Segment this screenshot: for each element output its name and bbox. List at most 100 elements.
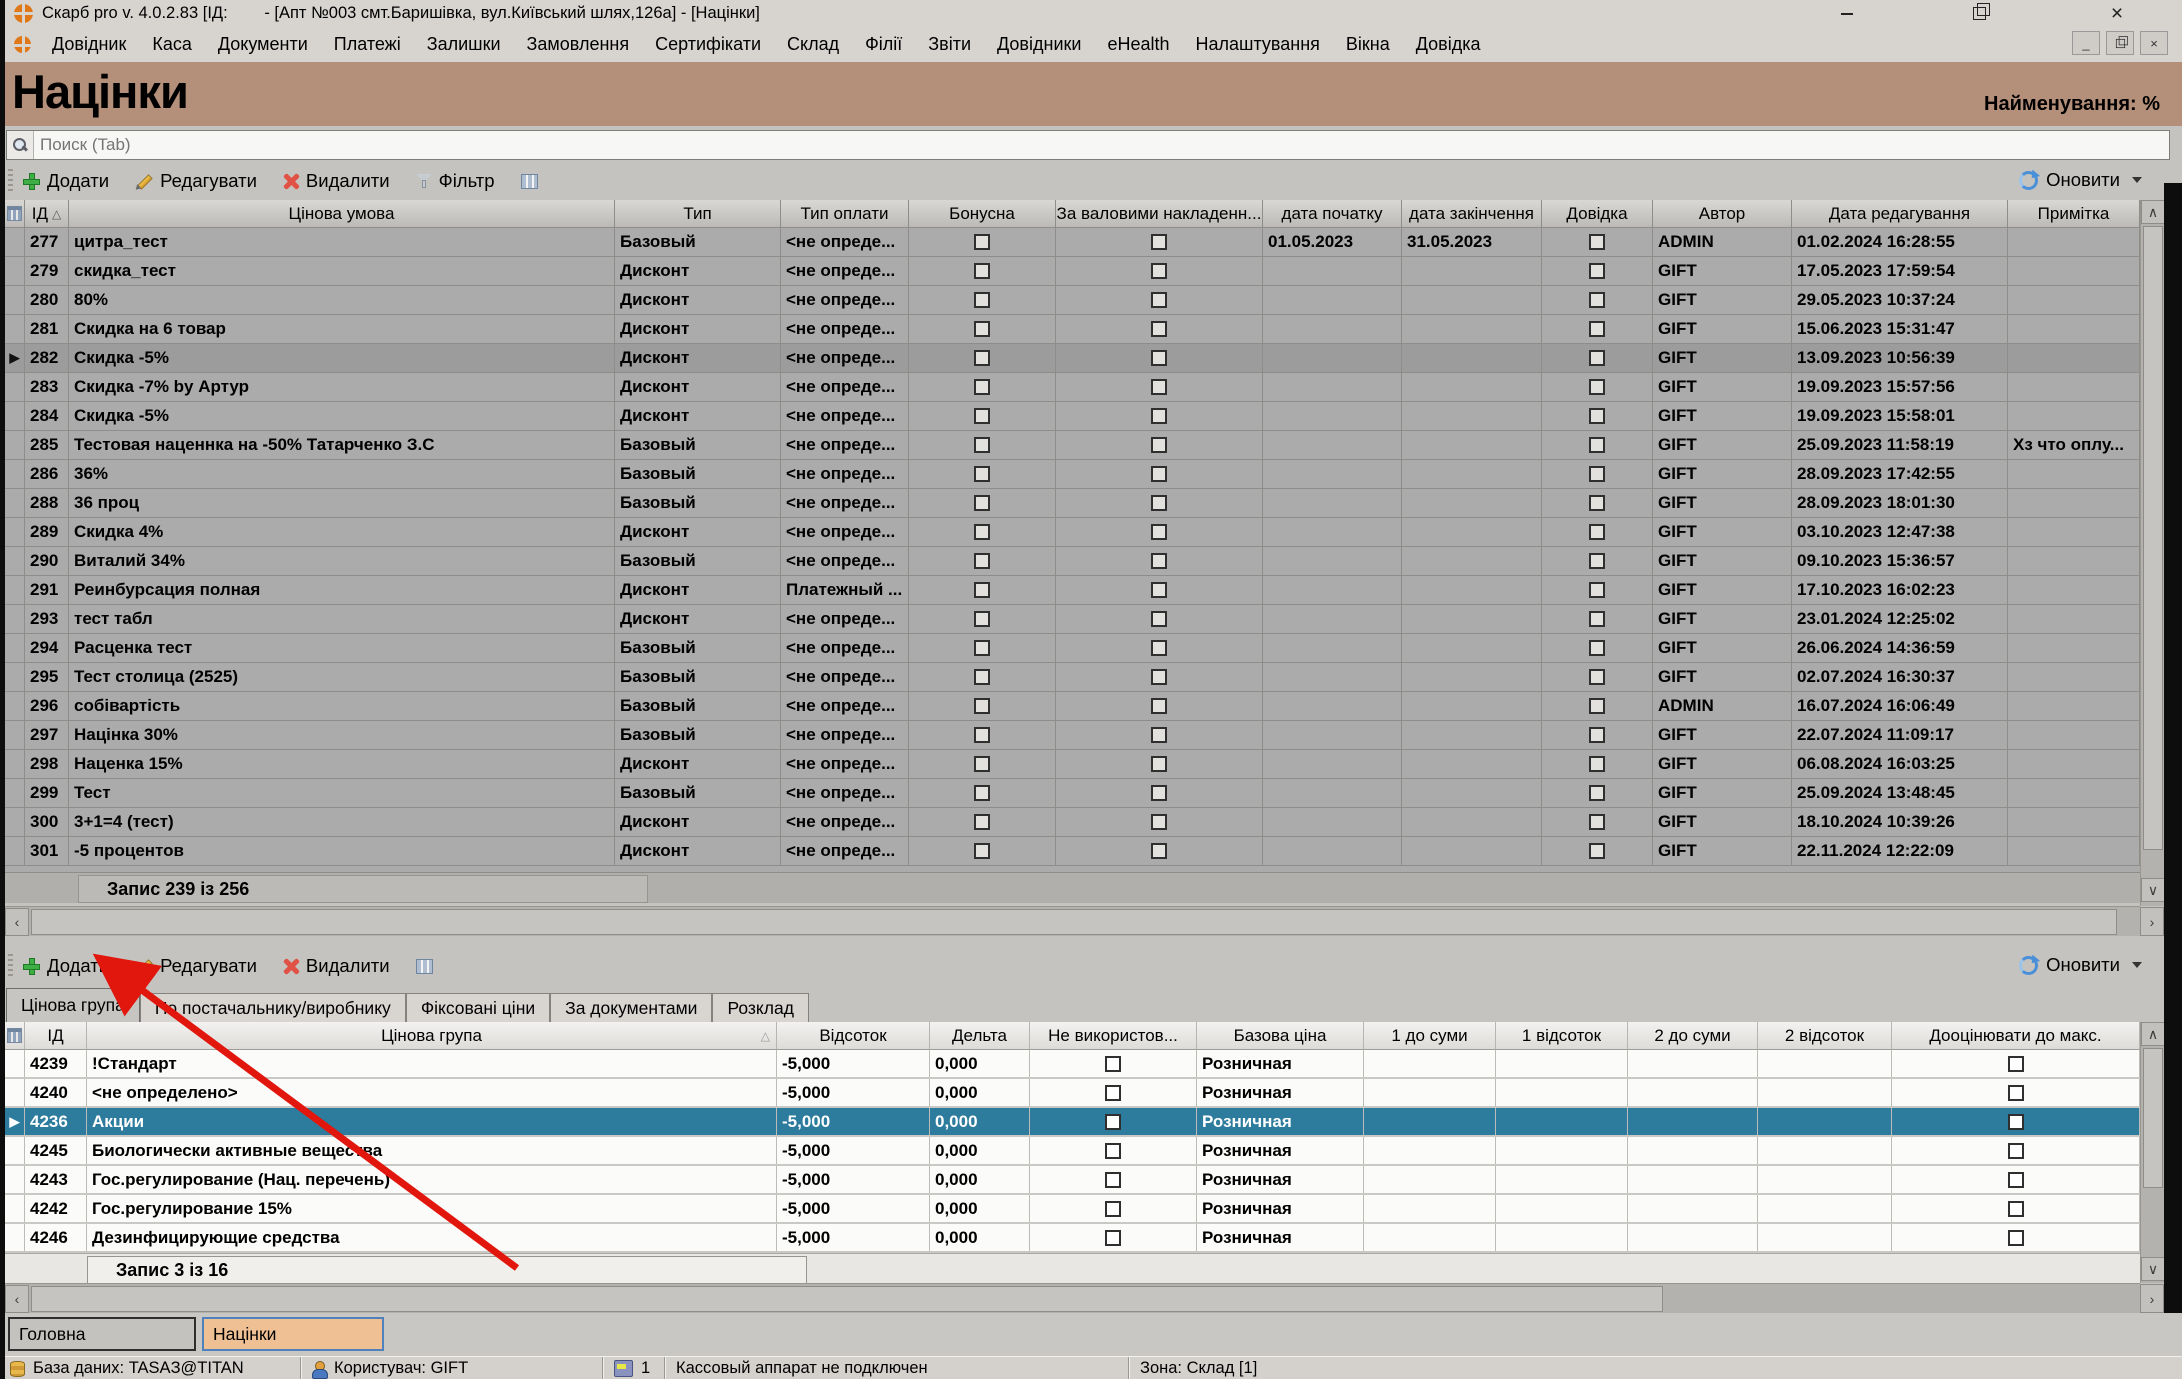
table-row-4246[interactable]: 4246Дезинфицирующие средства-5,0000,000Р… — [5, 1224, 2140, 1253]
cell-ref[interactable] — [1542, 228, 1653, 256]
checkbox-unchecked[interactable] — [974, 234, 990, 250]
table1-vscroll-thumb[interactable] — [2143, 226, 2163, 850]
checkbox-unchecked[interactable] — [1151, 814, 1167, 830]
cell-ref[interactable] — [1542, 808, 1653, 836]
cell-not_used[interactable] — [1030, 1108, 1197, 1135]
cell-ref[interactable] — [1542, 547, 1653, 575]
cell-gross[interactable] — [1056, 460, 1263, 488]
table2-vscroll-thumb[interactable] — [2143, 1048, 2163, 1188]
table-row-288[interactable]: 28836 процБазовый<не опреде...GIFT28.09.… — [5, 489, 2140, 518]
checkbox-unchecked[interactable] — [1151, 321, 1167, 337]
refresh-button-top[interactable]: Оновити — [2019, 169, 2142, 191]
table1-hscrollbar[interactable]: ‹ — [5, 906, 2140, 936]
checkbox-unchecked[interactable] — [1589, 756, 1605, 772]
cell-ref[interactable] — [1542, 460, 1653, 488]
menu-item-12[interactable]: Налаштування — [1182, 34, 1332, 55]
cell-gross[interactable] — [1056, 547, 1263, 575]
checkbox-unchecked[interactable] — [1151, 582, 1167, 598]
table1-scroll-left-button[interactable]: ‹ — [5, 908, 29, 936]
cell-gross[interactable] — [1056, 663, 1263, 691]
edit-button-top[interactable]: Редагувати — [135, 170, 257, 192]
toolbar-grip[interactable] — [8, 169, 13, 193]
cell-ref[interactable] — [1542, 576, 1653, 604]
column-header-note[interactable]: Примітка — [2008, 200, 2140, 228]
cell-bonus[interactable] — [909, 431, 1056, 459]
checkbox-unchecked[interactable] — [1589, 408, 1605, 424]
table-row-282[interactable]: ▶282Скидка -5%Дисконт<не опреде...GIFT13… — [5, 344, 2140, 373]
table-row-280[interactable]: 28080%Дисконт<не опреде...GIFT29.05.2023… — [5, 286, 2140, 315]
table1-scroll-up-button[interactable]: ∧ — [2141, 200, 2165, 224]
cell-gross[interactable] — [1056, 576, 1263, 604]
checkbox-unchecked[interactable] — [1589, 292, 1605, 308]
cell-ref[interactable] — [1542, 634, 1653, 662]
cell-bonus[interactable] — [909, 576, 1056, 604]
checkbox-unchecked[interactable] — [1589, 582, 1605, 598]
cell-reprice_max[interactable] — [1892, 1050, 2140, 1077]
checkbox-unchecked[interactable] — [1589, 669, 1605, 685]
checkbox-unchecked[interactable] — [1589, 495, 1605, 511]
cell-ref[interactable] — [1542, 286, 1653, 314]
table-row-286[interactable]: 28636%Базовый<не опреде...GIFT28.09.2023… — [5, 460, 2140, 489]
cell-reprice_max[interactable] — [1892, 1137, 2140, 1164]
column-header-pct1[interactable]: 1 відсоток — [1496, 1022, 1628, 1050]
cell-ref[interactable] — [1542, 692, 1653, 720]
menu-item-8[interactable]: Філії — [852, 34, 915, 55]
table-row-4236[interactable]: ▶4236Акции-5,0000,000Розничная — [5, 1108, 2140, 1137]
cell-not_used[interactable] — [1030, 1079, 1197, 1106]
table-row-295[interactable]: 295Тест столица (2525)Базовый<не опреде.… — [5, 663, 2140, 692]
menu-item-7[interactable]: Склад — [774, 34, 852, 55]
cell-gross[interactable] — [1056, 518, 1263, 546]
checkbox-unchecked[interactable] — [974, 698, 990, 714]
column-header-pay[interactable]: Тип оплати — [781, 200, 909, 228]
table-row-279[interactable]: 279скидка_тестДисконт<не опреде...GIFT17… — [5, 257, 2140, 286]
toolbar-grip-2[interactable] — [8, 954, 13, 978]
checkbox-unchecked[interactable] — [1589, 379, 1605, 395]
cell-gross[interactable] — [1056, 228, 1263, 256]
checkbox-unchecked[interactable] — [1151, 669, 1167, 685]
column-header-author[interactable]: Автор — [1653, 200, 1792, 228]
checkbox-unchecked[interactable] — [2008, 1114, 2024, 1130]
cell-ref[interactable] — [1542, 721, 1653, 749]
table2-hscroll-thumb[interactable] — [31, 1286, 1663, 1312]
column-header-sum2[interactable]: 2 до суми — [1628, 1022, 1758, 1050]
cell-bonus[interactable] — [909, 402, 1056, 430]
cell-bonus[interactable] — [909, 257, 1056, 285]
checkbox-unchecked[interactable] — [2008, 1201, 2024, 1217]
task-tab-markups[interactable]: Націнки — [202, 1317, 384, 1351]
cell-gross[interactable] — [1056, 808, 1263, 836]
checkbox-unchecked[interactable] — [1151, 611, 1167, 627]
detail-tab-2[interactable]: Фіксовані ціни — [406, 993, 550, 1022]
checkbox-unchecked[interactable] — [974, 524, 990, 540]
columns-button-bottom[interactable] — [416, 959, 433, 974]
cell-ref[interactable] — [1542, 402, 1653, 430]
column-header-bonus[interactable]: Бонусна — [909, 200, 1056, 228]
table-row-298[interactable]: 298Наценка 15%Дисконт<не опреде...GIFT06… — [5, 750, 2140, 779]
column-header-date_end[interactable]: дата закінчення — [1402, 200, 1542, 228]
column-header-sum1[interactable]: 1 до суми — [1364, 1022, 1496, 1050]
menu-item-13[interactable]: Вікна — [1333, 34, 1403, 55]
column-header-ref[interactable]: Довідка — [1542, 200, 1653, 228]
cell-bonus[interactable] — [909, 750, 1056, 778]
checkbox-unchecked[interactable] — [2008, 1230, 2024, 1246]
checkbox-unchecked[interactable] — [1151, 408, 1167, 424]
checkbox-unchecked[interactable] — [974, 466, 990, 482]
checkbox-unchecked[interactable] — [1589, 524, 1605, 540]
checkbox-unchecked[interactable] — [1589, 785, 1605, 801]
cell-bonus[interactable] — [909, 721, 1056, 749]
table-row-300[interactable]: 3003+1=4 (тест)Дисконт<не опреде...GIFT1… — [5, 808, 2140, 837]
refresh-button-bottom[interactable]: Оновити — [2019, 954, 2142, 976]
checkbox-unchecked[interactable] — [2008, 1085, 2024, 1101]
checkbox-unchecked[interactable] — [974, 611, 990, 627]
table1-scroll-right-button[interactable]: › — [2140, 907, 2164, 936]
cell-gross[interactable] — [1056, 634, 1263, 662]
table1-scroll-down-button[interactable]: ∨ — [2141, 878, 2165, 902]
column-header-id[interactable]: ІД — [25, 1022, 87, 1050]
checkbox-unchecked[interactable] — [974, 292, 990, 308]
cell-gross[interactable] — [1056, 431, 1263, 459]
column-header-group[interactable]: Цінова група△ — [87, 1022, 777, 1050]
column-header-base[interactable]: Базова ціна — [1197, 1022, 1364, 1050]
cell-not_used[interactable] — [1030, 1050, 1197, 1077]
checkbox-unchecked[interactable] — [1151, 292, 1167, 308]
table2-scroll-left-button[interactable]: ‹ — [5, 1285, 29, 1313]
task-tab-main[interactable]: Головна — [8, 1317, 196, 1351]
